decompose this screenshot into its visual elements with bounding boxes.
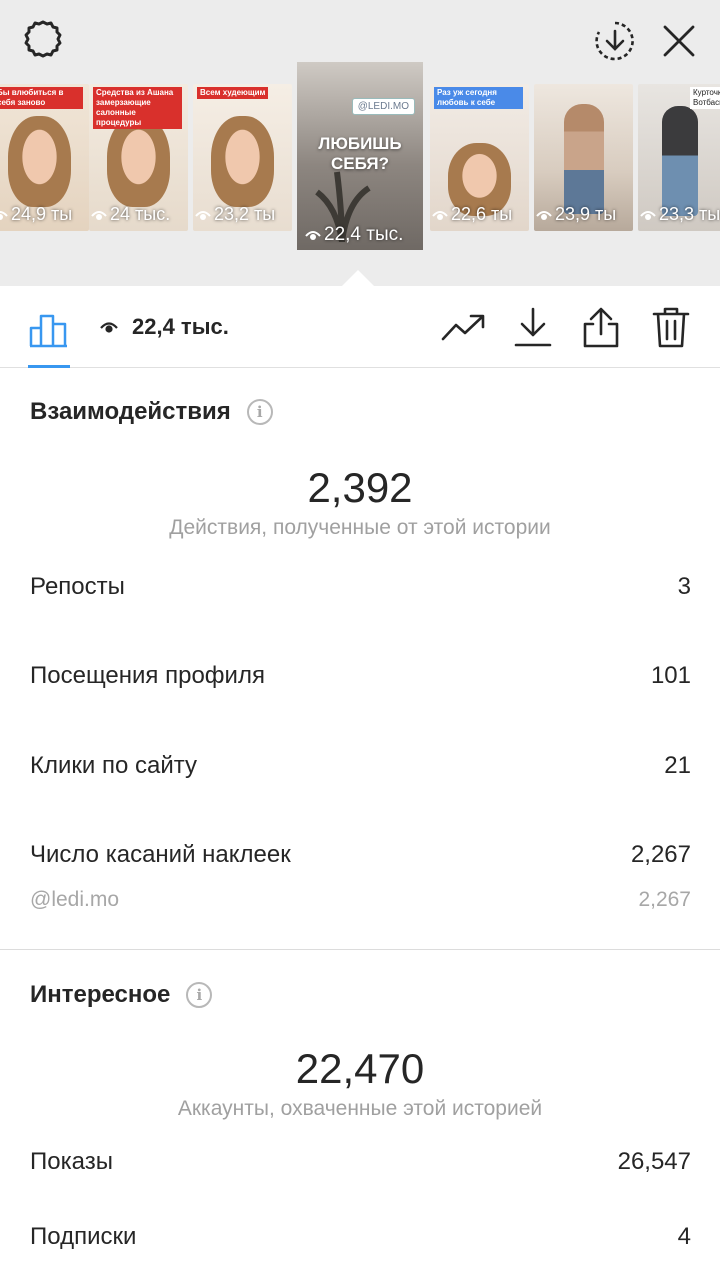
story-views: 22,4 тыс.: [100, 314, 229, 340]
section-divider: [0, 949, 720, 950]
stat-label: Число касаний наклеек: [30, 841, 291, 868]
stat-value: 3: [677, 573, 691, 600]
discovery-total: 22,470: [295, 1045, 425, 1092]
insights-panel: 22,4 тыс. Взаимодействия i 2,392 Действи…: [0, 286, 720, 1280]
thumbnail-views-label: 24 тыс.: [110, 204, 171, 224]
stat-value: 2,267: [630, 841, 691, 868]
thumbnail-caption: Курточка из Вотбасменовская: [690, 87, 720, 109]
stat-value: 101: [650, 662, 691, 689]
story-thumbnail-selected[interactable]: @LEDI.MO ЛЮБИШЬ СЕБЯ? 22,4 тыс.: [297, 62, 423, 250]
eye-icon: [0, 210, 8, 220]
thumbnail-caption: ЛЮБИШЬ СЕБЯ?: [318, 134, 402, 173]
thumbnail-caption: Всем худеющим: [197, 87, 269, 99]
thumbnail-views: 23,2 ты: [193, 204, 292, 225]
stat-row-reposts: Репосты 3: [30, 573, 691, 601]
stat-row-sticker-taps: Число касаний наклеек 2,267: [30, 841, 691, 869]
thumbnail-views: 22,6 ты: [430, 204, 529, 225]
interactions-total: 2,392: [307, 464, 413, 511]
thumbnail-caption: Раз уж сегодня любовь к себе: [434, 87, 524, 109]
stat-subrow-sticker-mention: @ledi.mo 2,267: [30, 888, 691, 912]
stat-value: 21: [664, 752, 691, 779]
eye-icon: [195, 210, 211, 220]
story-thumbnail[interactable]: Курточка из Вотбасменовская 23,3 ты: [638, 84, 720, 231]
stat-row-website-clicks: Клики по сайту 21: [30, 752, 691, 780]
eye-icon: [100, 322, 118, 333]
story-views-count: 22,4 тыс.: [132, 314, 229, 339]
eye-icon: [305, 231, 321, 240]
share-icon[interactable]: [578, 304, 624, 350]
stat-value: 26,547: [617, 1148, 691, 1175]
thumbnail-caption: Бы влюбиться в себя заново: [0, 87, 84, 109]
thumbnail-views-label: 23,9 ты: [555, 204, 617, 224]
story-thumbnails: Бы влюбиться в себя заново 24,9 ты Средс…: [0, 62, 720, 262]
interactions-heading: Взаимодействия i: [30, 398, 273, 426]
stat-row-profile-visits: Посещения профиля 101: [30, 662, 691, 690]
gear-icon[interactable]: [18, 16, 68, 66]
active-tab-indicator: [28, 365, 70, 368]
thumbnail-views-label: 23,3 ты: [659, 204, 720, 224]
stat-sublabel: @ledi.mo: [30, 888, 120, 911]
thumbnail-views-label: 24,9 ты: [11, 204, 73, 224]
thumbnail-views: 24 тыс.: [89, 204, 188, 225]
thumbnail-views-label: 22,4 тыс.: [324, 224, 404, 245]
eye-icon: [91, 210, 107, 220]
info-icon[interactable]: i: [186, 982, 213, 1008]
download-icon[interactable]: [510, 304, 556, 350]
eye-icon: [432, 210, 448, 220]
discovery-title: Интересное: [30, 981, 171, 1008]
stat-label: Показы: [30, 1148, 113, 1175]
thumbnail-views: 23,9 ты: [534, 204, 633, 225]
trending-icon[interactable]: [440, 304, 486, 350]
stat-subvalue: 2,267: [638, 888, 691, 911]
stat-label: Клики по сайту: [30, 752, 197, 779]
close-icon[interactable]: [654, 16, 704, 66]
thumbnail-views-label: 22,6 ты: [451, 204, 513, 224]
story-strip: Бы влюбиться в себя заново 24,9 ты Средс…: [0, 0, 720, 286]
story-thumbnail[interactable]: Средства из Ашана замерзающие салонные п…: [89, 84, 188, 231]
discovery-heading: Интересное i: [30, 981, 213, 1009]
eye-icon: [536, 210, 552, 220]
download-circle-icon[interactable]: [590, 16, 640, 66]
stat-row-impressions: Показы 26,547: [30, 1148, 691, 1176]
stat-label: Подписки: [30, 1223, 137, 1250]
interactions-title: Взаимодействия: [30, 398, 231, 425]
thumbnail-views: 22,4 тыс.: [297, 224, 423, 246]
story-thumbnail[interactable]: Всем худеющим 23,2 ты: [193, 84, 292, 231]
bar-chart-icon[interactable]: [26, 304, 72, 350]
thumbnail-views-label: 23,2 ты: [214, 204, 276, 224]
thumbnail-caption: Средства из Ашана замерзающие салонные п…: [93, 87, 183, 129]
story-thumbnail[interactable]: Бы влюбиться в себя заново 24,9 ты: [0, 84, 89, 231]
story-thumbnail[interactable]: 23,9 ты: [534, 84, 633, 231]
info-icon[interactable]: i: [246, 399, 273, 425]
trash-icon[interactable]: [648, 304, 694, 350]
selected-pointer: [341, 270, 375, 287]
stat-value: 4: [677, 1223, 691, 1250]
thumbnail-views: 23,3 ты: [638, 204, 720, 225]
thumbnail-views: 24,9 ты: [0, 204, 89, 225]
stat-label: Репосты: [30, 573, 125, 600]
interactions-total-label: Действия, полученные от этой истории: [169, 516, 551, 539]
stat-row-follows: Подписки 4: [30, 1223, 691, 1251]
thumbnail-badge: @LEDI.MO: [351, 98, 415, 115]
stat-label: Посещения профиля: [30, 662, 265, 689]
eye-icon: [640, 210, 656, 220]
discovery-total-label: Аккаунты, охваченные этой историей: [177, 1097, 543, 1120]
insights-toolbar: 22,4 тыс.: [0, 286, 720, 368]
story-thumbnail[interactable]: Раз уж сегодня любовь к себе 22,6 ты: [430, 84, 529, 231]
